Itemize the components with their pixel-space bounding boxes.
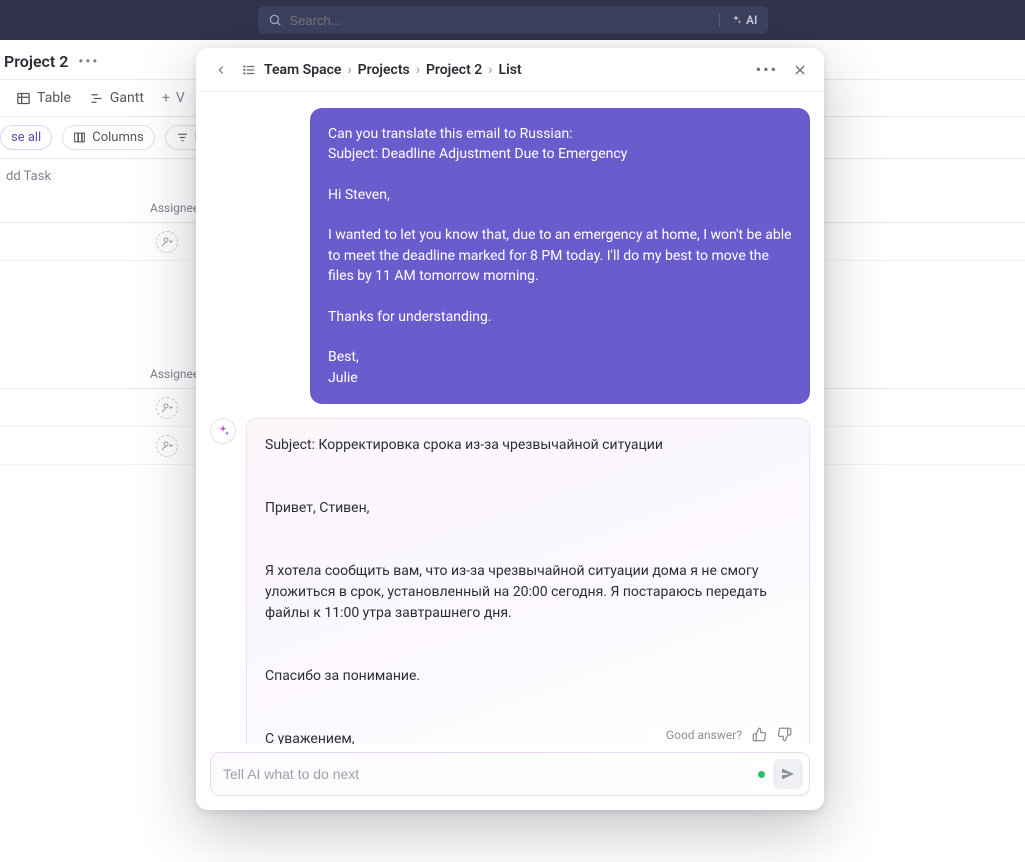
columns-button[interactable]: Columns	[62, 125, 155, 150]
user-message: Can you translate this email to Russian:…	[310, 108, 810, 404]
gantt-icon	[89, 91, 104, 106]
chevron-left-icon	[214, 63, 228, 77]
thumbs-up-button[interactable]	[752, 727, 767, 742]
crumb-project[interactable]: Project 2	[426, 62, 482, 78]
tab-gantt[interactable]: Gantt	[89, 90, 144, 106]
feedback-row: Good answer?	[646, 721, 796, 744]
tab-gantt-label: Gantt	[110, 90, 144, 106]
crumb-projects[interactable]: Projects	[358, 62, 410, 78]
ai-label: AI	[746, 13, 757, 27]
ai-message-row: Subject: Корректировка срока из-за чрезв…	[210, 418, 810, 744]
status-dot-icon	[758, 771, 765, 778]
person-add-icon	[156, 435, 178, 457]
sparkle-icon	[216, 424, 230, 438]
back-button[interactable]	[210, 59, 232, 81]
ai-modal: Team Space › Projects › Project 2 › List…	[196, 48, 824, 810]
page-title: Project 2	[4, 52, 68, 71]
add-view-label: V	[176, 90, 185, 106]
add-view-button[interactable]: + V	[162, 90, 185, 106]
breadcrumb: Team Space › Projects › Project 2 › List	[242, 62, 744, 78]
composer-input[interactable]	[223, 766, 750, 782]
modal-more-button[interactable]: •••	[754, 58, 780, 81]
send-button[interactable]	[773, 759, 803, 789]
search-input[interactable]	[290, 13, 710, 28]
topbar: AI	[0, 0, 1025, 40]
list-icon	[242, 63, 256, 77]
composer[interactable]	[210, 752, 810, 796]
close-icon	[792, 62, 808, 78]
assignee-cell[interactable]	[150, 427, 184, 465]
composer-wrap	[196, 744, 824, 810]
thumbs-down-icon	[777, 727, 792, 742]
crumb-list[interactable]: List	[499, 62, 522, 78]
global-search[interactable]: AI	[258, 6, 768, 34]
thumbs-up-icon	[752, 727, 767, 742]
table-icon	[16, 91, 31, 106]
plus-icon: +	[162, 90, 170, 106]
ai-message: Subject: Корректировка срока из-за чрезв…	[246, 418, 810, 744]
collapse-all-button[interactable]: se all	[0, 125, 52, 150]
person-add-icon	[156, 231, 178, 253]
assignee-cell[interactable]	[150, 389, 184, 427]
thumbs-down-button[interactable]	[777, 727, 792, 742]
page-more-button[interactable]: •••	[78, 54, 99, 70]
crumb-space[interactable]: Team Space	[264, 62, 341, 78]
add-task-label: dd Task	[6, 169, 51, 184]
column-assignee-header: Assignee	[150, 367, 199, 381]
sparkle-icon	[730, 14, 742, 26]
collapse-label: se all	[11, 130, 41, 145]
feedback-label: Good answer?	[666, 728, 742, 742]
tab-table[interactable]: Table	[16, 90, 71, 106]
chevron-right-icon: ›	[488, 62, 492, 78]
column-assignee-header: Assignee	[150, 201, 199, 215]
person-add-icon	[156, 397, 178, 419]
close-button[interactable]	[790, 60, 810, 80]
ai-avatar	[210, 418, 236, 444]
search-icon	[268, 13, 282, 27]
send-icon	[780, 766, 796, 782]
chat-body[interactable]: Can you translate this email to Russian:…	[196, 92, 824, 744]
modal-header: Team Space › Projects › Project 2 › List…	[196, 48, 824, 92]
filter-icon	[176, 131, 189, 144]
ai-button[interactable]: AI	[719, 13, 757, 27]
tab-table-label: Table	[37, 90, 71, 106]
chevron-right-icon: ›	[347, 62, 351, 78]
chevron-right-icon: ›	[416, 62, 420, 78]
columns-icon	[73, 131, 86, 144]
columns-label: Columns	[92, 130, 144, 145]
assignee-cell[interactable]	[150, 223, 184, 261]
